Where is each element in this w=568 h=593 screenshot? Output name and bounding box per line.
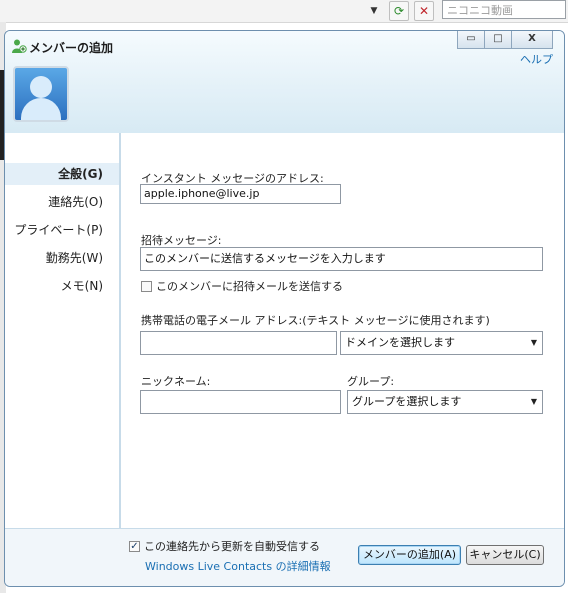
mobile-email-input[interactable] [140, 331, 337, 355]
invite-message-input[interactable]: このメンバーに送信するメッセージを入力します [140, 247, 543, 271]
chevron-down-icon: ▼ [530, 338, 537, 347]
general-panel: インスタント メッセージのアドレス: apple.iphone@live.jp … [121, 133, 564, 528]
help-link[interactable]: ヘルプ [520, 51, 553, 67]
domain-select[interactable]: ドメインを選択します ▼ [340, 331, 543, 355]
group-label: グループ: [347, 375, 395, 388]
send-invite-checkbox[interactable] [141, 280, 152, 292]
browser-toolbar: ▼ ⟳ ✕ ニコニコ動画 [0, 0, 568, 23]
nickname-input[interactable] [140, 390, 341, 414]
nav-item-work[interactable]: 勤務先(W) [5, 247, 119, 269]
dialog-header: メンバーの追加 ▭ □ X ヘルプ [5, 31, 564, 134]
im-address-input[interactable]: apple.iphone@live.jp [140, 184, 341, 204]
stop-icon[interactable]: ✕ [414, 1, 434, 21]
close-icon[interactable]: X [512, 31, 553, 49]
avatar-body-icon [21, 98, 61, 120]
cancel-button[interactable]: キャンセル(C) [466, 545, 544, 565]
nav-item-private[interactable]: プライベート(P) [5, 219, 119, 241]
contact-add-icon [11, 38, 27, 54]
nav-item-notes[interactable]: メモ(N) [5, 275, 119, 297]
add-member-button[interactable]: メンバーの追加(A) [358, 545, 461, 565]
mobile-email-label: 携帯電話の電子メール アドレス:(テキスト メッセージに使用されます) [141, 314, 490, 327]
category-nav: 全般(G) 連絡先(O) プライベート(P) 勤務先(W) メモ(N) [5, 133, 121, 528]
send-invite-row[interactable]: このメンバーに招待メールを送信する [141, 278, 343, 294]
auto-update-row[interactable]: ✓ この連絡先から更新を自動受信する [129, 538, 320, 554]
send-invite-label: このメンバーに招待メールを送信する [156, 280, 343, 293]
nav-item-contact[interactable]: 連絡先(O) [5, 191, 119, 213]
nickname-label: ニックネーム: [141, 375, 211, 388]
avatar[interactable] [13, 66, 69, 122]
dialog-footer: ✓ この連絡先から更新を自動受信する Windows Live Contacts… [5, 528, 564, 586]
add-member-dialog: メンバーの追加 ▭ □ X ヘルプ 全般(G) 連絡先(O) プライベート(P)… [4, 30, 565, 587]
maximize-icon[interactable]: □ [485, 31, 512, 49]
nav-item-general[interactable]: 全般(G) [5, 163, 119, 185]
group-select[interactable]: グループを選択します ▼ [347, 390, 543, 414]
browser-search-input[interactable]: ニコニコ動画 [442, 0, 566, 19]
group-select-value: グループを選択します [352, 395, 462, 408]
dialog-title: メンバーの追加 [29, 41, 114, 55]
window-controls: ▭ □ X [457, 31, 553, 49]
minimize-icon[interactable]: ▭ [457, 31, 485, 49]
details-link[interactable]: Windows Live Contacts の詳細情報 [145, 558, 331, 574]
dropdown-arrow-icon[interactable]: ▼ [366, 3, 382, 19]
invite-message-label: 招待メッセージ: [141, 234, 222, 247]
auto-update-label: この連絡先から更新を自動受信する [144, 540, 320, 553]
chevron-down-icon: ▼ [530, 397, 537, 406]
domain-select-value: ドメインを選択します [345, 336, 455, 349]
refresh-icon[interactable]: ⟳ [389, 1, 409, 21]
avatar-head-icon [30, 76, 52, 98]
auto-update-checkbox[interactable]: ✓ [129, 540, 140, 552]
